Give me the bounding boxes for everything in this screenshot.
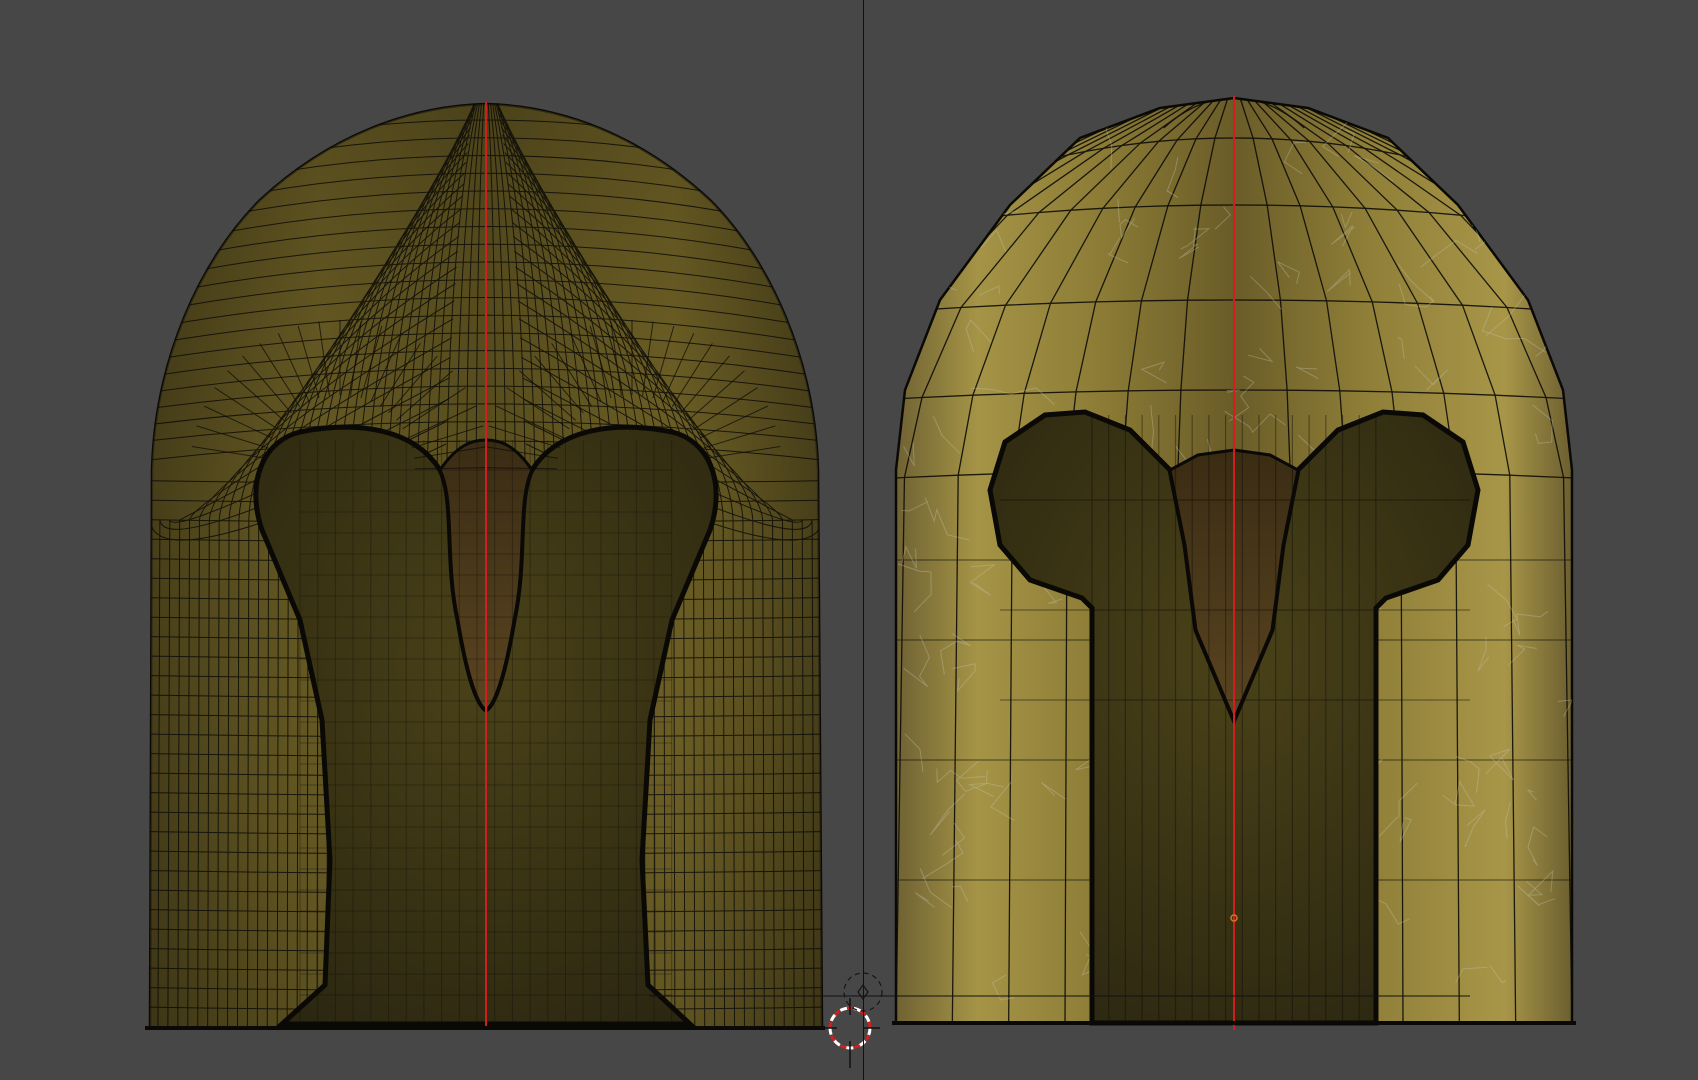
viewport-canvas[interactable] (0, 0, 1698, 1080)
3d-viewport[interactable] (0, 0, 1698, 1080)
viewport-split-divider[interactable] (863, 0, 864, 1080)
3d-cursor-icon[interactable] (820, 998, 880, 1068)
high-poly-helmet[interactable] (140, 84, 830, 1030)
